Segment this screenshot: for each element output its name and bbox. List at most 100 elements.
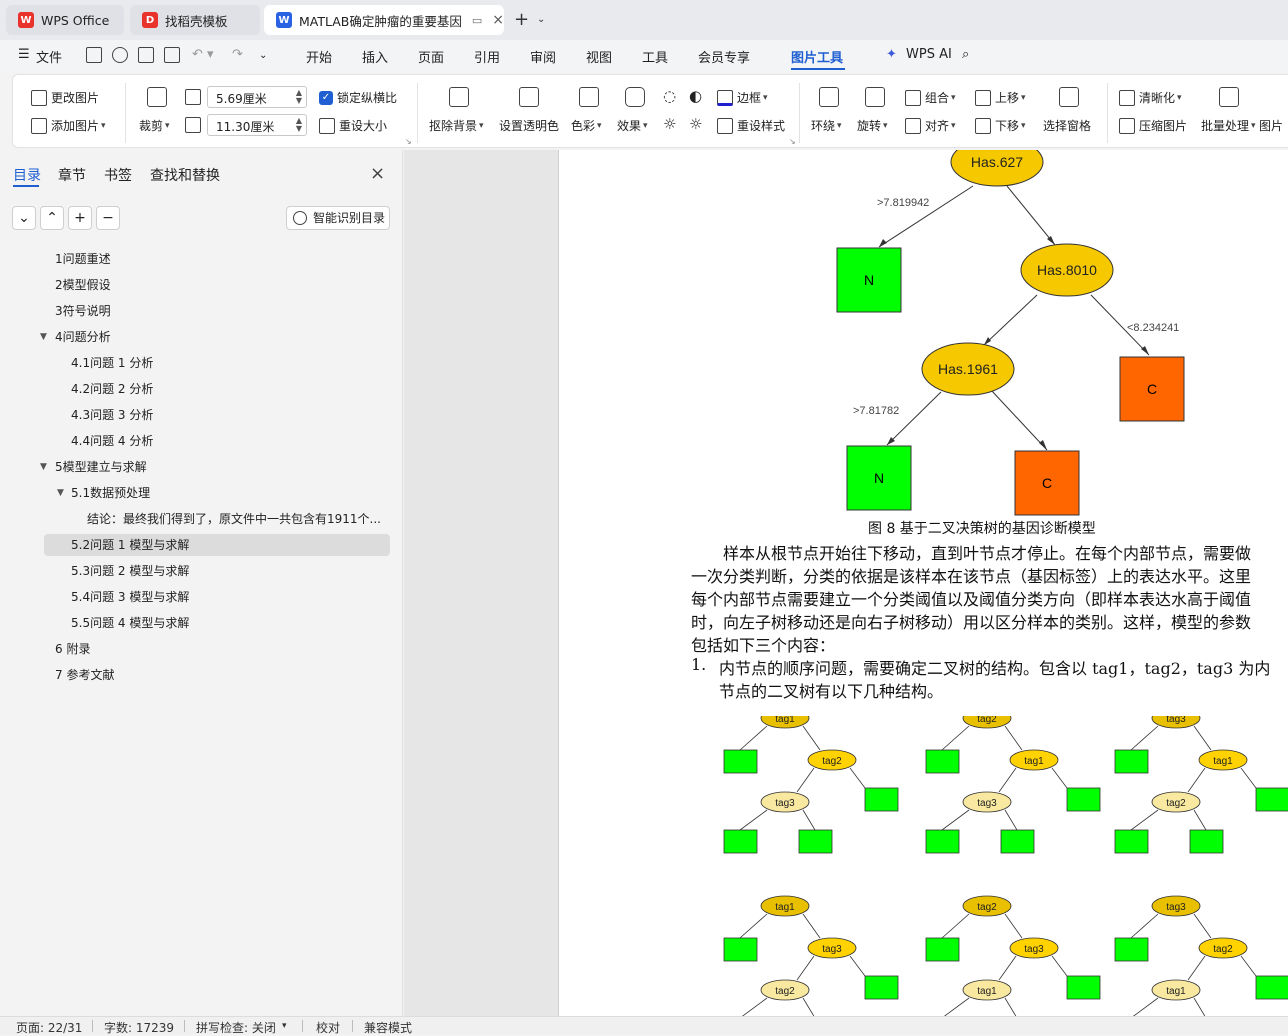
set-transparent-button[interactable]: 设置透明色 <box>499 117 559 134</box>
reset-style-button[interactable]: 重设样式 <box>717 117 785 134</box>
dialog-launcher-icon[interactable]: ↘ <box>405 137 412 146</box>
mini-tree-edge <box>796 767 815 793</box>
tab-chapters[interactable]: 章节 <box>58 165 86 185</box>
toc-item[interactable]: 结论：最终我们得到了，原文件中一共包含有1911个... <box>44 508 390 530</box>
send-backward-button[interactable]: 下移 <box>975 117 1026 134</box>
document-page[interactable]: Has.627 Has.8010 Has.1961 >7.819942 <8.2… <box>558 150 1288 1016</box>
contrast-up-icon[interactable]: ◐ <box>689 87 702 105</box>
toc-item[interactable]: 4.2问题 2 分析 <box>44 378 390 400</box>
menu-file[interactable]: 文件 <box>36 47 62 66</box>
crop-button[interactable]: 裁剪 <box>139 117 170 134</box>
page-indicator[interactable]: 页面: 22/31 <box>16 1019 82 1036</box>
tab-list-chevron-icon[interactable]: ⌄ <box>537 14 545 25</box>
width-spinner-icon[interactable]: ▲ ▼ <box>296 117 302 133</box>
menu-review[interactable]: 审阅 <box>530 47 556 66</box>
menu-picture-tools[interactable]: 图片工具 <box>791 47 843 66</box>
menu-tools[interactable]: 工具 <box>642 47 668 66</box>
toc-item-selected[interactable]: 5.2问题 1 模型与求解 <box>44 534 390 556</box>
tab-wps-office[interactable]: W WPS Office <box>6 5 124 35</box>
menu-start[interactable]: 开始 <box>306 47 332 66</box>
menu-wps-ai[interactable]: WPS AI <box>906 47 952 62</box>
toc-item[interactable]: 4问题分析 <box>44 326 390 348</box>
toc-item[interactable]: 4.4问题 4 分析 <box>44 430 390 452</box>
align-button[interactable]: 对齐 <box>905 117 956 134</box>
bring-forward-button[interactable]: 上移 <box>975 89 1026 106</box>
toc-item[interactable]: 4.1问题 1 分析 <box>44 352 390 374</box>
wrap-button[interactable]: 环绕 <box>811 117 842 134</box>
height-spinner-icon[interactable]: ▲ ▼ <box>296 89 302 105</box>
reset-size-button[interactable]: 重设大小 <box>319 117 387 134</box>
remove-heading-icon[interactable]: − <box>96 206 120 230</box>
toc-item[interactable]: 2模型假设 <box>44 274 390 296</box>
menu-view[interactable]: 视图 <box>586 47 612 66</box>
smart-toc-icon <box>293 211 307 225</box>
redo-icon[interactable]: ↷ <box>232 47 243 62</box>
lock-ratio-checkbox[interactable]: ✓ 锁定纵横比 <box>319 89 397 106</box>
word-count[interactable]: 字数: 17239 <box>104 1019 174 1036</box>
menu-insert[interactable]: 插入 <box>362 47 388 66</box>
proofread-button[interactable]: 校对 <box>316 1019 340 1036</box>
document-canvas[interactable]: Has.627 Has.8010 Has.1961 >7.819942 <8.2… <box>404 150 1288 1016</box>
toc-item[interactable]: 3符号说明 <box>44 300 390 322</box>
toc-item[interactable]: 5.3问题 2 模型与求解 <box>44 560 390 582</box>
decision-tree-figure[interactable]: Has.627 Has.8010 Has.1961 >7.819942 <8.2… <box>559 150 1288 530</box>
menu-member[interactable]: 会员专享 <box>698 47 750 66</box>
color-button[interactable]: 色彩 <box>571 117 602 134</box>
border-button[interactable]: 边框 <box>717 89 768 106</box>
remove-background-button[interactable]: 抠除背景 <box>429 117 484 134</box>
selection-pane-button[interactable]: 选择窗格 <box>1043 117 1091 134</box>
rotate-button[interactable]: 旋转 <box>857 117 888 134</box>
collapse-all-icon[interactable]: ⌄ <box>12 206 36 230</box>
crop-icon[interactable] <box>147 87 167 107</box>
print-preview-icon[interactable] <box>164 47 180 63</box>
toc-item[interactable]: 4.3问题 3 分析 <box>44 404 390 426</box>
more-picture-button[interactable]: 图片 <box>1259 117 1283 134</box>
tab-toc[interactable]: 目录 <box>13 165 41 185</box>
spell-dropdown-icon[interactable]: ▾ <box>282 1021 287 1031</box>
tab-document[interactable]: W MATLAB确定肿瘤的重要基因 ▭ × <box>264 5 504 35</box>
group-button[interactable]: 组合 <box>905 89 956 106</box>
menu-reference[interactable]: 引用 <box>474 47 500 66</box>
batch-process-button[interactable]: 批量处理 <box>1201 117 1256 134</box>
save-icon[interactable] <box>86 47 102 63</box>
close-pane-icon[interactable]: × <box>370 163 385 184</box>
dialog-launcher-icon[interactable]: ↘ <box>789 137 796 146</box>
compress-icon <box>1119 117 1135 134</box>
search-icon[interactable]: ⌕ <box>962 47 969 62</box>
toc-item[interactable]: 5模型建立与求解 <box>44 456 390 478</box>
tab-label: 找稻壳模板 <box>165 13 228 29</box>
toc-item[interactable]: 6 附录 <box>44 638 390 660</box>
menu-page[interactable]: 页面 <box>418 47 444 66</box>
toc-item[interactable]: 5.1数据预处理 <box>44 482 390 504</box>
wps-ai-icon: ✦ <box>886 47 897 62</box>
brightness-up-icon[interactable]: ◌ <box>663 87 676 105</box>
height-input[interactable]: 5.69厘米 ▲ ▼ <box>207 86 307 108</box>
quick-access-chevron-icon[interactable]: ⌄ <box>259 50 267 61</box>
add-heading-icon[interactable]: + <box>68 206 92 230</box>
tab-find-replace[interactable]: 查找和替换 <box>150 165 220 185</box>
export-icon[interactable] <box>112 47 128 63</box>
toc-item[interactable]: 1问题重述 <box>44 248 390 270</box>
new-tab-icon[interactable]: + <box>514 9 529 30</box>
contrast-down-icon[interactable]: ☼ <box>689 115 702 133</box>
undo-icon[interactable]: ↶ ▾ <box>192 47 214 62</box>
close-tab-icon[interactable]: × <box>492 12 504 28</box>
toc-item[interactable]: 5.5问题 4 模型与求解 <box>44 612 390 634</box>
sharpen-button[interactable]: 清晰化 <box>1119 89 1182 106</box>
add-picture-button[interactable]: 添加图片 <box>31 117 106 134</box>
print-icon[interactable] <box>138 47 154 63</box>
spell-check-status[interactable]: 拼写检查: 关闭 <box>196 1019 276 1036</box>
hamburger-icon[interactable]: ☰ <box>18 47 30 62</box>
tab-template[interactable]: D 找稻壳模板 <box>130 5 260 35</box>
width-input[interactable]: 11.30厘米 ▲ ▼ <box>207 114 307 136</box>
expand-up-icon[interactable]: ⌃ <box>40 206 64 230</box>
change-picture-button[interactable]: 更改图片 <box>31 89 99 106</box>
smart-toc-button[interactable]: 智能识别目录 <box>286 206 390 230</box>
tree-structures-figure[interactable]: tag1 tag2 tag3 tag2 tag1 tag3 tag3 tag1 tag2 tag1… <box>559 716 1288 1016</box>
brightness-down-icon[interactable]: ☼ <box>663 115 676 133</box>
tab-bookmarks[interactable]: 书签 <box>104 165 132 185</box>
effects-button[interactable]: 效果 <box>617 117 648 134</box>
toc-item[interactable]: 7 参考文献 <box>44 664 390 686</box>
toc-item[interactable]: 5.4问题 3 模型与求解 <box>44 586 390 608</box>
compress-picture-button[interactable]: 压缩图片 <box>1119 117 1187 134</box>
